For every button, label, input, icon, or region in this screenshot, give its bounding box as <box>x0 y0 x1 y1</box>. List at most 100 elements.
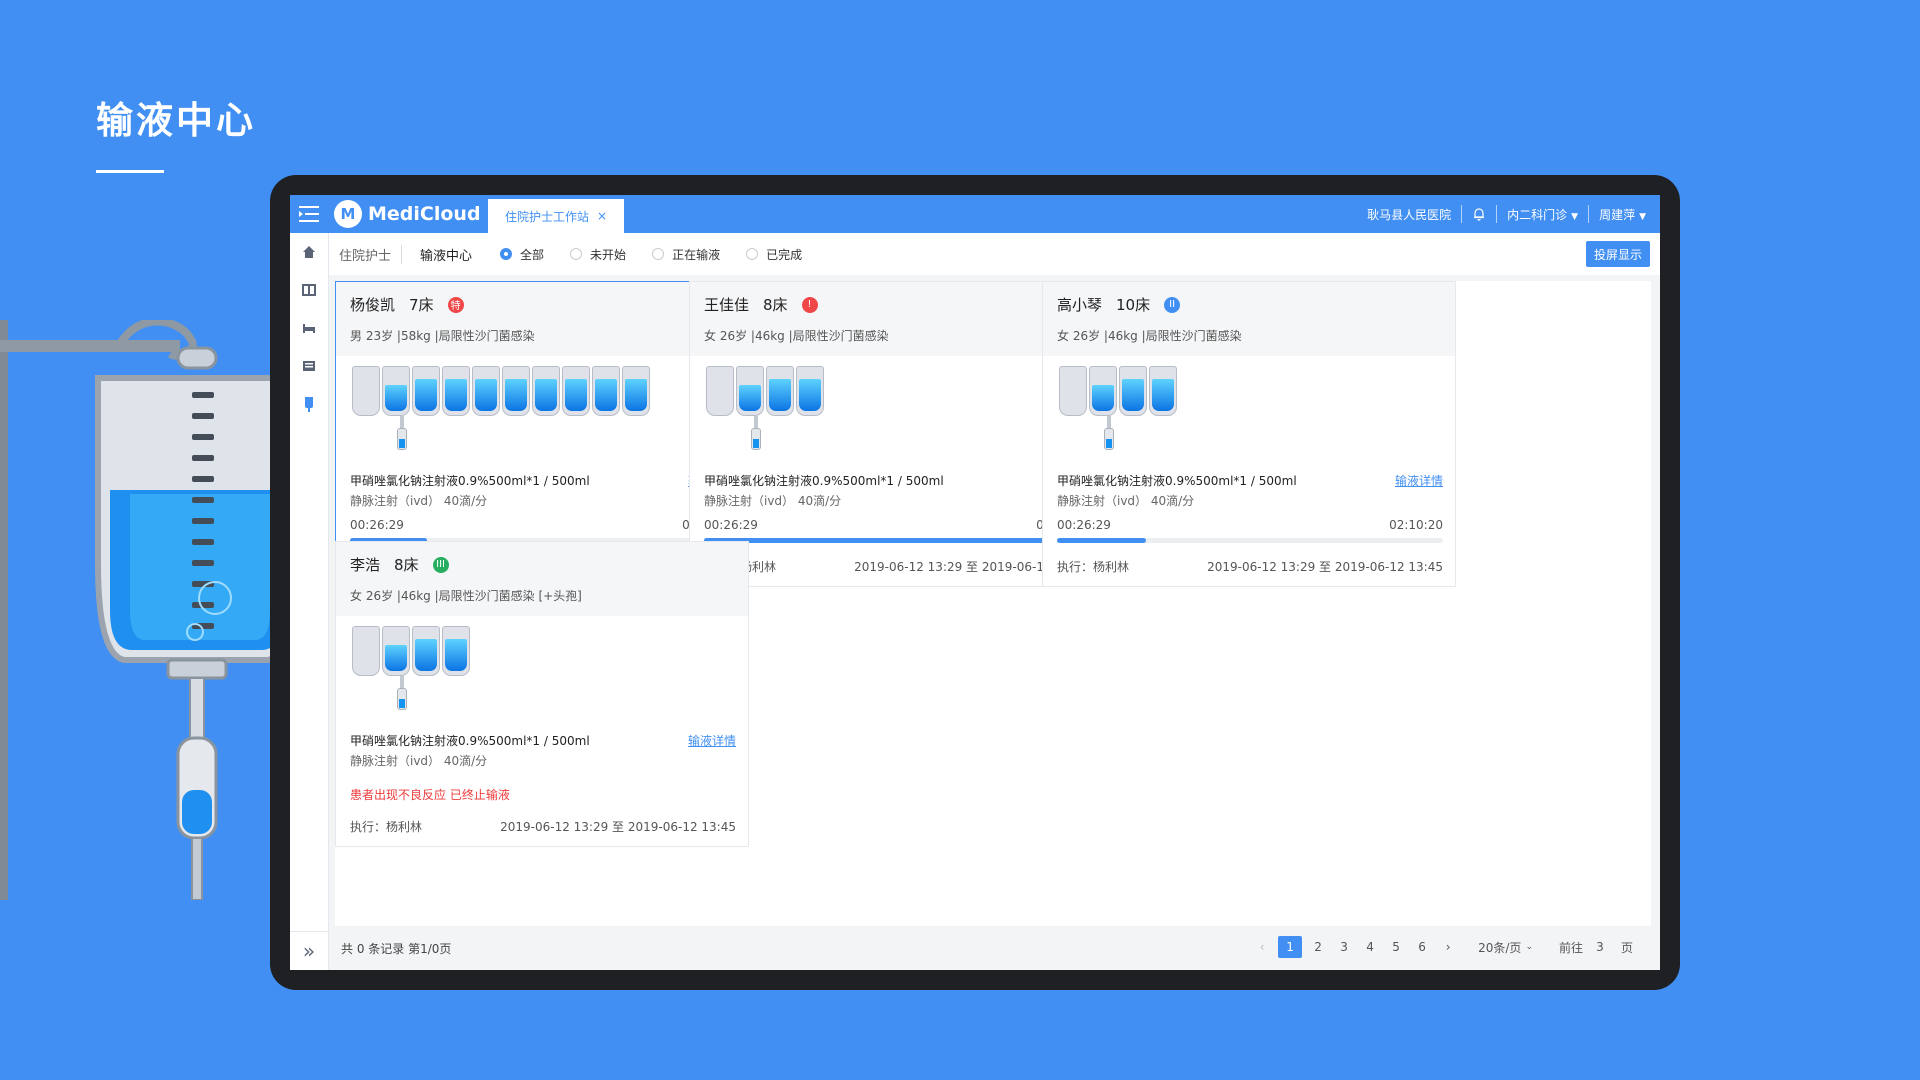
filter-completed[interactable]: 已完成 <box>746 246 802 263</box>
department-dropdown[interactable]: 内二科门诊 ▼ <box>1507 206 1578 223</box>
patient-name-row: 高小琴 10床 II <box>1057 294 1441 315</box>
card-header: 李浩 8床 III 女 26岁 |46kg |局限性沙门菌感染 [+头孢] <box>336 542 748 616</box>
patient-name: 高小琴 <box>1057 296 1103 314</box>
infusion-bag <box>734 360 766 418</box>
records-icon[interactable] <box>290 347 328 385</box>
patient-name: 王佳佳 <box>704 296 750 314</box>
page-size-select[interactable]: 20条/页 ⌄ <box>1478 936 1533 958</box>
infusion-bag <box>350 360 382 418</box>
user-dropdown[interactable]: 周建萍 ▼ <box>1599 206 1646 223</box>
close-icon[interactable]: × <box>597 209 607 223</box>
filter-label: 全部 <box>520 247 545 262</box>
pager: ‹ 1 2 3 4 5 6 › 20条/页 ⌄ 前往 3 页 <box>1252 936 1637 958</box>
infusion-card[interactable]: 高小琴 10床 II 女 26岁 |46kg |局限性沙门菌感染 甲硝唑氯化钠注… <box>1042 281 1456 587</box>
ward-icon[interactable] <box>290 271 328 309</box>
page-number[interactable]: 3 <box>1334 936 1354 958</box>
elapsed-time: 00:26:29 <box>350 518 404 532</box>
infusion-bag <box>1147 360 1179 418</box>
home-icon[interactable] <box>290 233 328 271</box>
total-time: 02:10:20 <box>1389 518 1443 532</box>
infusion-bag <box>590 360 622 418</box>
infusion-bag <box>1117 360 1149 418</box>
infusion-card[interactable]: 李浩 8床 III 女 26岁 |46kg |局限性沙门菌感染 [+头孢] 甲硝… <box>335 541 749 847</box>
radio-dot <box>652 248 665 260</box>
card-header: 高小琴 10床 II 女 26岁 |46kg |局限性沙门菌感染 <box>1043 282 1455 356</box>
page-size-label: 20条/页 <box>1478 940 1522 955</box>
breadcrumb-parent[interactable]: 住院护士 <box>329 245 401 264</box>
expand-icon[interactable]: » <box>290 931 328 970</box>
goto-label: 前往 <box>1558 940 1583 955</box>
tab-nurse-workstation[interactable]: 住院护士工作站 × <box>488 199 624 233</box>
patient-name-row: 王佳佳 8床 ! <box>704 294 1088 315</box>
sidebar: » <box>290 233 329 970</box>
bed-number: 8床 <box>763 296 788 314</box>
breadcrumb-current: 输液中心 <box>401 244 482 264</box>
infusion-bag <box>380 360 412 418</box>
filter-label: 未开始 <box>590 247 627 262</box>
caret-down-icon: ▼ <box>1571 211 1579 222</box>
patient-name-row: 杨俊凯 7床 特 <box>350 294 734 315</box>
goto-page-input[interactable]: 3 <box>1589 936 1611 958</box>
page-number[interactable]: 6 <box>1412 936 1432 958</box>
infusion-card[interactable]: 王佳佳 8床 ! 女 26岁 |46kg |局限性沙门菌感染 甲硝唑氯化钠注射液… <box>689 281 1103 587</box>
time-range: 2019-06-12 13:29 至 2019-06-12 13:45 <box>1207 560 1443 574</box>
executor: 执行：杨利林 <box>1057 560 1130 574</box>
filter-not-started[interactable]: 未开始 <box>570 246 626 263</box>
page-number[interactable]: 1 <box>1278 936 1303 958</box>
menu-icon[interactable] <box>296 201 322 227</box>
time-row: 00:26:29 02:10:20 <box>350 518 736 532</box>
drug-route: 静脉注射（ivd） 40滴/分 <box>1057 494 1195 508</box>
page-number[interactable]: 2 <box>1308 936 1328 958</box>
drip-chamber <box>751 428 761 450</box>
hero-title: 输液中心 <box>96 99 256 142</box>
drug-route: 静脉注射（ivd） 40滴/分 <box>704 494 842 508</box>
execution-row: 执行：杨利林 2019-06-12 13:29 至 2019-06-12 13:… <box>704 558 1090 575</box>
infusion-bag <box>410 620 442 678</box>
patient-name: 李浩 <box>350 556 381 574</box>
bed-number: 10床 <box>1116 296 1151 314</box>
infusion-bag <box>764 360 796 418</box>
cast-display-button[interactable]: 投屏显示 <box>1585 241 1650 267</box>
bed-number: 8床 <box>394 556 419 574</box>
patient-name-row: 李浩 8床 III <box>350 554 734 575</box>
drug-name: 甲硝唑氯化钠注射液0.9%500ml*1 / 500ml <box>350 474 590 488</box>
hero-underline <box>96 170 164 173</box>
iv-drip-illustration <box>0 320 297 900</box>
filter-all[interactable]: 全部 <box>500 246 544 263</box>
app-logo[interactable]: M MediCloud <box>334 200 481 228</box>
bell-icon[interactable] <box>1472 207 1486 221</box>
radio-dot <box>746 248 759 260</box>
infusion-progress-bar <box>1057 538 1443 543</box>
top-right-menu: 耿马县人民医院 内二科门诊 ▼ 周建萍 ▼ <box>1367 195 1646 233</box>
patient-info: 女 26岁 |46kg |局限性沙门菌感染 <box>704 329 889 343</box>
divider <box>1588 205 1590 223</box>
infusion-detail-link[interactable]: 输液详情 <box>1395 472 1443 489</box>
next-page-button[interactable]: › <box>1438 936 1458 958</box>
caret-down-icon: ▼ <box>1639 211 1646 222</box>
execution-row: 执行：杨利林 2019-06-12 13:29 至 2019-06-12 13:… <box>1057 558 1443 575</box>
infusion-icon[interactable] <box>290 385 328 423</box>
page-unit-label: 页 <box>1620 940 1633 955</box>
department-label: 内二科门诊 <box>1507 207 1568 222</box>
infusion-progress-bar <box>704 538 1090 543</box>
chevron-down-icon: ⌄ <box>1525 942 1533 952</box>
radio-dot <box>500 248 513 260</box>
infusion-detail-link[interactable]: 输液详情 <box>688 732 736 749</box>
drip-chamber <box>397 688 407 710</box>
infusion-bag <box>1087 360 1119 418</box>
page-number[interactable]: 5 <box>1386 936 1406 958</box>
drug-name: 甲硝唑氯化钠注射液0.9%500ml*1 / 500ml <box>350 734 590 748</box>
bed-icon[interactable] <box>290 309 328 347</box>
level-badge: III <box>432 556 449 573</box>
filter-in-progress[interactable]: 正在输液 <box>652 246 720 263</box>
elapsed-time: 00:26:29 <box>704 518 758 532</box>
divider <box>1496 205 1498 223</box>
app-screen: M MediCloud 住院护士工作站 × 耿马县人民医院 内二科门诊 ▼ 周建萍… <box>290 195 1660 970</box>
infusion-bag <box>704 360 736 418</box>
patient-info: 男 23岁 |58kg |局限性沙门菌感染 <box>350 329 535 343</box>
prev-page-button[interactable]: ‹ <box>1252 936 1272 958</box>
infusion-bag <box>500 360 532 418</box>
page-number[interactable]: 4 <box>1360 936 1380 958</box>
infusion-card-grid: 杨俊凯 7床 特 男 23岁 |58kg |局限性沙门菌感染 甲硝唑氯化钠注射液… <box>335 281 1651 926</box>
infusion-bag <box>380 620 412 678</box>
